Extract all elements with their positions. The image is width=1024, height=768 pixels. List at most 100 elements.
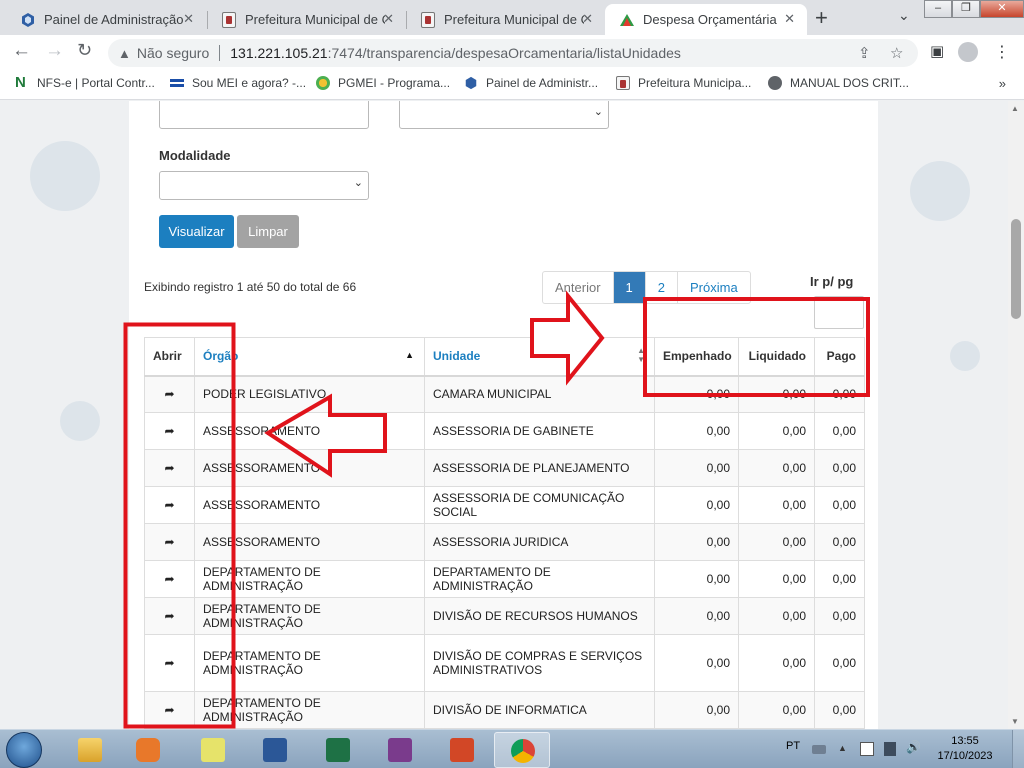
show-desktop-button[interactable] — [1012, 730, 1024, 768]
language-indicator[interactable]: PT — [786, 740, 800, 752]
background-decoration — [910, 161, 970, 221]
reload-icon[interactable]: ↻ — [77, 40, 92, 61]
new-tab-button[interactable]: + — [815, 5, 828, 31]
col-header-unidade[interactable]: Unidade ▲ ▼ — [424, 337, 655, 377]
taskbar-powerpoint[interactable] — [434, 732, 490, 768]
tab-painel-administracao[interactable]: Painel de Administração ✕ — [6, 4, 206, 35]
bookmark-star-icon[interactable]: ☆ — [890, 44, 903, 62]
bookmark-prefeitura[interactable]: Prefeitura Municipa... — [616, 76, 751, 90]
window-controls: – ❐ ✕ — [924, 0, 1024, 18]
tab-title: Despesa Orçamentária — [643, 12, 777, 27]
scrollbar-thumb[interactable] — [1011, 219, 1021, 319]
cell-orgao: ASSESSORAMENTO — [194, 449, 425, 487]
bookmark-label: PGMEI - Programa... — [338, 76, 451, 90]
address-divider — [219, 45, 221, 61]
pagination-page-2[interactable]: 2 — [646, 272, 678, 303]
start-button[interactable] — [6, 732, 42, 768]
close-tab-icon[interactable]: ✕ — [784, 11, 795, 27]
col-header-unidade-label: Unidade — [433, 349, 481, 364]
pagination-page-1[interactable]: 1 — [613, 272, 646, 303]
page-scrollbar[interactable]: ▲ ▼ — [1008, 101, 1024, 729]
open-row-arrow-icon[interactable]: ➦ — [144, 486, 195, 524]
col-header-liquidado: Liquidado — [738, 337, 815, 377]
modalidade-select[interactable]: ⌄ — [159, 171, 369, 200]
window-close-button[interactable]: ✕ — [980, 0, 1024, 18]
open-row-arrow-icon[interactable]: ➦ — [144, 597, 195, 635]
tab-title: Prefeitura Municipal de C — [444, 12, 584, 27]
expenses-table: Abrir Órgão ▲ Unidade ▲ ▼ Empenhado Liquida… — [144, 337, 865, 729]
keyboard-icon[interactable] — [812, 745, 826, 754]
limpar-button[interactable]: Limpar — [237, 215, 299, 248]
forward-arrow-icon[interactable]: → — [45, 40, 64, 62]
cell-pago: 0,00 — [814, 449, 865, 487]
close-tab-icon[interactable]: ✕ — [582, 11, 593, 27]
close-tab-icon[interactable]: ✕ — [383, 11, 394, 27]
cell-liquidado: 0,00 — [738, 634, 815, 692]
col-header-orgao[interactable]: Órgão ▲ — [194, 337, 425, 377]
taskbar-word[interactable] — [247, 732, 303, 768]
open-row-arrow-icon[interactable]: ➦ — [144, 523, 195, 561]
warning-triangle-icon: ▲ — [118, 45, 131, 61]
bookmark-pgmei[interactable]: PGMEI - Programa... — [316, 76, 450, 90]
bookmark-painel[interactable]: Painel de Administr... — [464, 76, 598, 90]
open-row-arrow-icon[interactable]: ➦ — [144, 691, 195, 729]
cell-pago: 0,00 — [814, 486, 865, 524]
table-row: ➦ PODER LEGISLATIVO CAMARA MUNICIPAL 0,00 0,… — [144, 375, 865, 413]
bookmark-label: Sou MEI e agora? -... — [192, 76, 307, 90]
tray-expand-icon[interactable]: ▲ — [838, 743, 852, 757]
taskbar-onenote[interactable] — [372, 732, 428, 768]
side-panel-icon[interactable]: ▣ — [930, 42, 944, 60]
cell-orgao: DEPARTAMENTO DE ADMINISTRAÇÃO — [194, 597, 425, 635]
open-row-arrow-icon[interactable]: ➦ — [144, 634, 195, 692]
col-header-empenhado: Empenhado — [654, 337, 739, 377]
taskbar-sticky-notes[interactable] — [185, 732, 241, 768]
filter-select-top-right[interactable]: ⌄ — [399, 101, 609, 129]
pagination-next[interactable]: Próxima — [678, 272, 750, 303]
restore-button[interactable]: ❐ — [952, 0, 980, 18]
profile-avatar-icon[interactable] — [958, 42, 978, 62]
bookmark-nfse[interactable]: N NFS-e | Portal Contr... — [15, 75, 155, 90]
cell-liquidado: 0,00 — [738, 560, 815, 598]
cell-empenhado: 0,00 — [654, 597, 739, 635]
address-bar[interactable]: ▲ Não seguro 131.221.105.21 :7474/transp… — [108, 39, 918, 67]
open-row-arrow-icon[interactable]: ➦ — [144, 449, 195, 487]
taskbar-explorer[interactable] — [62, 732, 118, 768]
cell-orgao: ASSESSORAMENTO — [194, 523, 425, 561]
open-row-arrow-icon[interactable]: ➦ — [144, 412, 195, 450]
system-clock[interactable]: 13:55 17/10/2023 — [930, 734, 1000, 764]
bookmark-sou-mei[interactable]: Sou MEI e agora? -... — [170, 76, 306, 90]
minimize-button[interactable]: – — [924, 0, 952, 18]
scroll-down-arrow-icon[interactable]: ▼ — [1011, 717, 1019, 726]
bookmark-label: MANUAL DOS CRIT... — [790, 76, 909, 90]
open-row-arrow-icon[interactable]: ➦ — [144, 375, 195, 413]
filter-input-top-left[interactable] — [159, 101, 369, 129]
tab-despesa-orcamentaria[interactable]: Despesa Orçamentária ✕ — [605, 4, 807, 35]
tab-search-chevron-icon[interactable]: ⌄ — [898, 7, 910, 24]
cell-unidade: ASSESSORIA DE PLANEJAMENTO — [424, 449, 655, 487]
action-center-flag-icon[interactable] — [860, 742, 874, 756]
tab-prefeitura-2[interactable]: Prefeitura Municipal de C ✕ — [407, 4, 605, 35]
scroll-up-arrow-icon[interactable]: ▲ — [1011, 104, 1019, 113]
media-player-icon — [136, 738, 160, 762]
triangle-logo-icon — [620, 13, 634, 26]
share-icon[interactable]: ⇪ — [858, 44, 871, 62]
chevron-down-icon: ⌄ — [593, 106, 603, 118]
kebab-menu-icon[interactable]: ⋮ — [994, 42, 1010, 62]
goto-page-input[interactable] — [814, 296, 864, 329]
network-icon[interactable] — [884, 742, 896, 756]
tab-prefeitura-1[interactable]: Prefeitura Municipal de C ✕ — [208, 4, 406, 35]
bookmarks-overflow-chevron[interactable]: » — [999, 76, 1006, 91]
close-tab-icon[interactable]: ✕ — [183, 11, 194, 27]
taskbar-excel[interactable] — [310, 732, 366, 768]
bookmark-manual[interactable]: MANUAL DOS CRIT... — [768, 76, 909, 90]
word-icon — [263, 738, 287, 762]
back-arrow-icon[interactable]: ← — [12, 40, 31, 62]
mei-flag-icon — [170, 79, 184, 87]
open-row-arrow-icon[interactable]: ➦ — [144, 560, 195, 598]
taskbar-media-player[interactable] — [120, 732, 176, 768]
taskbar-chrome[interactable] — [494, 732, 550, 768]
volume-icon[interactable]: 🔊 — [906, 740, 921, 754]
pagination-previous[interactable]: Anterior — [543, 272, 614, 303]
table-row: ➦ DEPARTAMENTO DE ADMINISTRAÇÃO DIVISÃO DE… — [144, 597, 865, 635]
visualizar-button[interactable]: Visualizar — [159, 215, 234, 248]
